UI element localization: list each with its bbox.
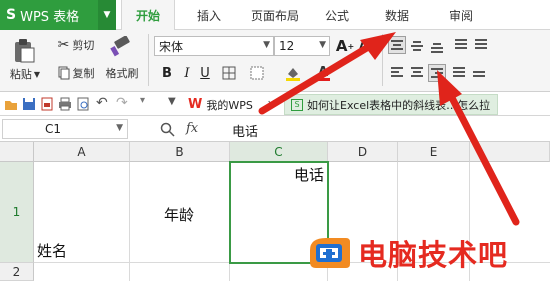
watermark: 电脑技术吧 [306, 232, 508, 274]
chevron-down-icon: ▼ [33, 69, 41, 79]
column-header-b[interactable]: B [130, 142, 230, 162]
row-header-1[interactable]: 1 [0, 162, 34, 263]
doc-tab-label: 如何让Excel表格中的斜线表…怎么拉 [307, 98, 491, 112]
borders-icon[interactable] [220, 64, 238, 82]
save-icon[interactable] [22, 97, 36, 111]
formula-bar: C1 ▼ fx 电话 [0, 117, 550, 142]
row-header-2[interactable]: 2 [0, 263, 34, 281]
paste-label-button[interactable]: 粘贴 ▼ [4, 66, 46, 82]
tab-data[interactable]: 数据 [372, 0, 422, 30]
align-center-icon[interactable] [408, 64, 426, 82]
decrease-font-icon[interactable]: A- [356, 37, 374, 55]
cut-button[interactable]: ✂ 剪切 [52, 36, 100, 54]
wps-w-icon: W [188, 97, 203, 112]
watermark-logo-icon [310, 238, 350, 268]
print-icon[interactable] [58, 97, 72, 111]
copy-label: 复制 [72, 67, 95, 80]
clipboard-icon [15, 39, 35, 63]
column-header-e[interactable]: E [398, 142, 470, 162]
italic-button[interactable]: I [178, 64, 196, 82]
distribute-icon[interactable] [470, 64, 488, 82]
close-icon[interactable]: ✕ [267, 98, 276, 111]
font-size-value: 12 [279, 39, 295, 53]
font-size-select[interactable]: 12 ▼ [274, 36, 330, 56]
copy-button[interactable]: 复制 [52, 64, 100, 82]
wps-menu-button[interactable]: S WPS 表格 ▼ [0, 0, 116, 30]
chevron-down-icon[interactable]: ▼ [98, 0, 116, 30]
cell-b1[interactable]: 年龄 [130, 162, 230, 263]
font-color-icon[interactable]: A [314, 64, 332, 82]
group-separator [148, 34, 149, 86]
doc-tab-label: 我的WPS [206, 98, 253, 112]
print-preview-icon[interactable] [76, 97, 90, 111]
chevron-down-icon[interactable]: ▼ [168, 96, 182, 110]
align-middle-icon[interactable] [408, 36, 426, 54]
column-header-d[interactable]: D [328, 142, 398, 162]
align-left-icon[interactable] [388, 64, 406, 82]
chevron-down-icon: ▼ [319, 40, 326, 50]
app-menu-label: WPS 表格 [20, 9, 80, 25]
group-separator [382, 34, 383, 86]
format-painter-icon-button[interactable] [104, 34, 138, 60]
formula-input[interactable]: 电话 [232, 121, 258, 140]
indent-decrease-icon[interactable] [452, 36, 470, 54]
tab-review[interactable]: 审阅 [436, 0, 486, 30]
cell-reference: C1 [45, 122, 62, 136]
align-top-icon[interactable] [388, 36, 406, 54]
bold-button[interactable]: B [158, 64, 176, 82]
paste-button[interactable] [10, 36, 38, 66]
cell-a1-text: 姓名 [37, 242, 68, 260]
chevron-down-icon: ▼ [116, 123, 123, 133]
underline-button[interactable]: U [196, 64, 214, 82]
zoom-icon[interactable] [160, 122, 176, 138]
increase-font-icon[interactable]: A + [336, 37, 354, 55]
quick-access-bar: ↶ ↷ ▾ ▼ W 我的WPS ✕ S 如何让Excel表格中的斜线表…怎么拉 [0, 92, 550, 116]
font-name-select[interactable]: 宋体 ▼ [154, 36, 274, 56]
column-header-c[interactable]: C [230, 142, 328, 162]
tab-current-document[interactable]: S 如何让Excel表格中的斜线表…怎么拉 [284, 94, 498, 115]
paste-label: 粘贴 [9, 68, 32, 81]
fill-pattern-icon[interactable] [248, 64, 266, 82]
align-right-icon[interactable] [428, 64, 446, 82]
fill-color-icon[interactable] [284, 64, 302, 82]
brush-icon [110, 36, 130, 57]
tab-page-layout[interactable]: 页面布局 [240, 0, 310, 30]
column-header-f[interactable] [470, 142, 550, 162]
ribbon-tab-bar: S WPS 表格 ▼ 开始 插入 页面布局 公式 数据 审阅 [0, 0, 550, 31]
copy-icon [58, 66, 69, 80]
select-all-corner[interactable] [0, 142, 34, 162]
cut-label: 剪切 [72, 39, 95, 52]
more-dropdown-icon[interactable]: ▾ [140, 95, 154, 109]
name-box[interactable]: C1 ▼ [2, 119, 128, 139]
chevron-down-icon: ▼ [263, 40, 270, 50]
function-icon[interactable]: fx [186, 121, 198, 136]
watermark-text: 电脑技术吧 [358, 238, 509, 272]
justify-icon[interactable] [450, 64, 468, 82]
cell-b1-text: 年龄 [164, 206, 195, 224]
scissors-icon: ✂ [57, 37, 70, 53]
font-name-value: 宋体 [159, 39, 184, 54]
redo-icon[interactable]: ↷ [116, 95, 130, 111]
undo-icon[interactable]: ↶ [96, 95, 110, 111]
column-header-a[interactable]: A [34, 142, 130, 162]
wps-logo-icon: S [6, 7, 17, 23]
export-pdf-icon[interactable] [40, 97, 54, 111]
ribbon-home: 粘贴▼ ✂ 剪切 复制 格式刷 宋体 ▼ 12 ▼ A+ A- B I U [0, 30, 550, 92]
tab-formulas[interactable]: 公式 [312, 0, 362, 30]
spreadsheet-icon: S [291, 98, 303, 111]
tab-home[interactable]: 开始 [121, 0, 175, 31]
indent-increase-icon[interactable] [472, 36, 490, 54]
open-folder-icon[interactable] [4, 97, 18, 111]
tab-my-wps[interactable]: W 我的WPS ✕ [188, 94, 276, 115]
tab-insert[interactable]: 插入 [184, 0, 234, 30]
cell-a1[interactable]: 姓名 [34, 162, 130, 263]
svg-text:A: A [318, 65, 328, 80]
format-painter-button[interactable]: 格式刷 [102, 64, 142, 82]
align-bottom-icon[interactable] [428, 36, 446, 54]
